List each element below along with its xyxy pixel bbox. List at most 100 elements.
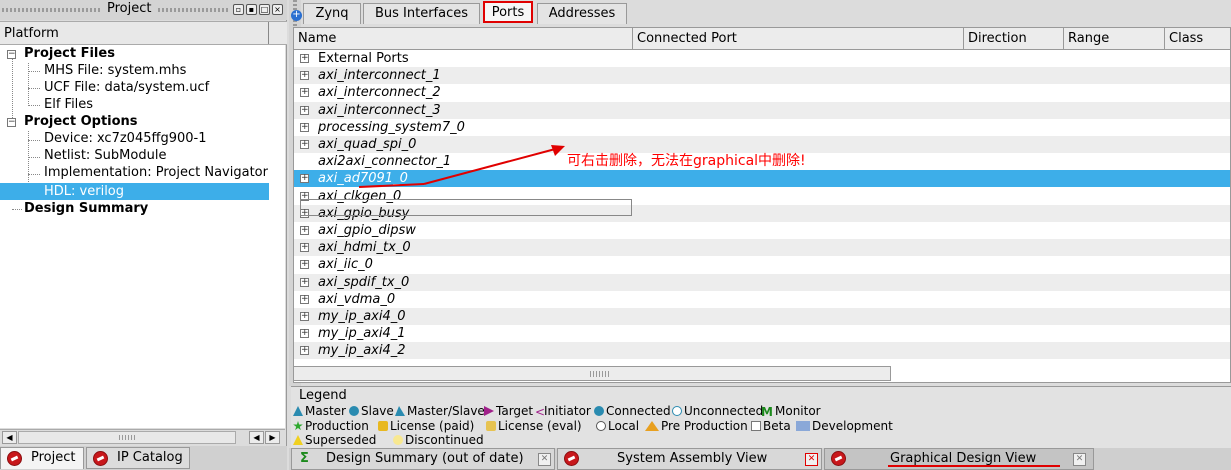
expand-toggle-icon[interactable]: + [300,312,309,321]
row-name: axi_iic_0 [318,257,373,273]
project-panel-tabs: Project IP Catalog [0,446,287,470]
row-name: axi2axi_connector_1 [318,154,452,170]
tab-project[interactable]: Project [0,447,84,469]
column-header-direction[interactable]: Direction [964,28,1064,50]
expand-toggle-icon[interactable]: + [300,226,309,235]
horizontal-scrollbar[interactable] [293,366,891,381]
table-row[interactable]: + my_ip_axi4_0 [294,308,1230,325]
tree-node-device[interactable]: Device: xc7z045ffg900-1 [44,130,206,147]
xps-icon [7,451,22,466]
float-icon[interactable]: ▪ [246,4,257,15]
license-eval-icon [486,421,496,431]
scroll-left-icon[interactable]: ◀ [2,431,17,444]
view-tabs: Σ Design Summary (out of date) ✕ System … [289,448,1231,470]
table-row[interactable]: + axi_hdmi_tx_0 [294,239,1230,257]
expand-toggle-icon[interactable]: + [300,54,309,63]
drag-grip[interactable] [2,8,102,12]
expand-toggle-icon[interactable]: + [300,174,309,184]
column-header-connected-port[interactable]: Connected Port [633,28,964,50]
expand-toggle-icon[interactable]: + [300,260,309,270]
table-row[interactable]: + axi_vdma_0 [294,291,1230,308]
xps-icon [93,451,108,466]
collapse-toggle-icon[interactable]: − [7,118,16,127]
tab-zynq[interactable]: Zynq [303,3,361,24]
tab-system-assembly-view[interactable]: System Assembly View ✕ [557,448,822,470]
tree-node-mhs-file[interactable]: MHS File: system.mhs [44,62,186,79]
tab-graphical-design-view[interactable]: Graphical Design View ✕ [824,448,1094,470]
tab-ports[interactable]: Ports [483,1,533,23]
table-row[interactable]: + axi_ad7091_0 [294,170,1230,188]
legend-label: Master/Slave [407,404,485,418]
restore-icon[interactable]: ▫ [233,4,244,15]
tree-line [12,58,13,126]
legend-label: Discontinued [405,433,484,447]
initiator-icon: < [535,405,546,419]
unconnected-icon [672,406,682,416]
expand-toggle-icon[interactable]: + [300,243,309,253]
expand-toggle-icon[interactable]: + [300,105,309,115]
project-panel: Project ▫ ▪ □ × Platform − Project Files… [0,0,287,470]
row-name: axi_hdmi_tx_0 [318,240,411,256]
column-separator[interactable] [268,22,269,44]
collapse-toggle-icon[interactable]: − [7,50,16,59]
legend-slave: Slave [349,404,394,419]
discontinued-icon [393,435,403,445]
tab-addresses[interactable]: Addresses [537,3,627,24]
expand-toggle-icon[interactable]: + [300,88,309,98]
scroll-left-icon[interactable]: ◀ [249,431,264,444]
legend-label: Target [496,404,534,418]
platform-header[interactable]: Platform [0,21,287,45]
table-row[interactable]: + my_ip_axi4_1 [294,325,1230,342]
expand-toggle-icon[interactable]: + [300,294,309,304]
table-row[interactable]: + axi_interconnect_3 [294,101,1230,119]
expand-toggle-icon[interactable]: + [300,329,309,339]
table-row[interactable]: + axi_gpio_dipsw [294,222,1230,239]
tab-ip-catalog[interactable]: IP Catalog [86,447,190,469]
table-row[interactable]: + External Ports [294,50,1230,67]
table-row[interactable]: + my_ip_axi4_2 [294,342,1230,360]
expand-toggle-icon[interactable]: + [300,277,309,287]
expand-toggle-icon[interactable]: + [300,122,309,132]
table-row[interactable]: + axi_interconnect_1 [294,67,1230,85]
expand-toggle-icon[interactable]: + [300,346,309,356]
tab-bus-interfaces[interactable]: Bus Interfaces [363,3,480,24]
close-icon[interactable]: × [272,4,283,15]
column-header-name[interactable]: Name [294,28,633,50]
close-icon[interactable]: ✕ [805,453,818,466]
drag-grip[interactable] [158,8,230,12]
tree-node-design-summary[interactable]: Design Summary [24,200,148,217]
legend-monitor: M Monitor [761,404,821,419]
legend-label: Unconnected [684,404,764,418]
tree-node-elf-files[interactable]: Elf Files [44,96,93,113]
tab-system-assembly-label: System Assembly View [617,451,768,466]
tree-node-project-files[interactable]: Project Files [24,45,115,62]
legend-unconnected: Unconnected [672,404,763,419]
tree-node-netlist[interactable]: Netlist: SubModule [44,147,166,164]
column-header-range[interactable]: Range [1064,28,1165,50]
tree-node-implementation[interactable]: Implementation: Project Navigator [44,164,268,181]
tree-node-ucf-file[interactable]: UCF File: data/system.ucf [44,79,209,96]
expand-toggle-icon[interactable]: + [300,140,309,149]
add-icon[interactable]: + [291,10,302,21]
maximize-icon[interactable]: □ [259,4,270,15]
table-row[interactable]: + axi_interconnect_2 [294,84,1230,101]
column-header-class[interactable]: Class [1165,28,1230,50]
row-name: axi_spdif_tx_0 [318,274,410,290]
close-icon[interactable]: ✕ [538,453,551,466]
tree-node-hdl-selected[interactable]: HDL: verilog [0,183,269,200]
scroll-thumb[interactable] [18,431,236,444]
pre-production-icon [645,421,659,431]
horizontal-scrollbar[interactable]: ◀ ◀ ▶ [0,429,285,445]
scroll-right-icon[interactable]: ▶ [265,431,280,444]
row-name: axi_ad7091_0 [318,171,408,187]
tree-node-project-options[interactable]: Project Options [24,113,138,130]
expand-toggle-icon[interactable]: + [300,71,309,81]
table-row[interactable]: + processing_system7_0 [294,119,1230,136]
row-name: axi_quad_spi_0 [318,137,417,152]
table-row[interactable]: + axi_spdif_tx_0 [294,273,1230,291]
table-row[interactable]: + axi_iic_0 [294,256,1230,273]
close-icon[interactable]: ✕ [1073,453,1086,466]
legend-superseded: Superseded [293,433,376,448]
beta-icon [751,421,761,431]
tab-design-summary[interactable]: Σ Design Summary (out of date) ✕ [291,448,555,470]
